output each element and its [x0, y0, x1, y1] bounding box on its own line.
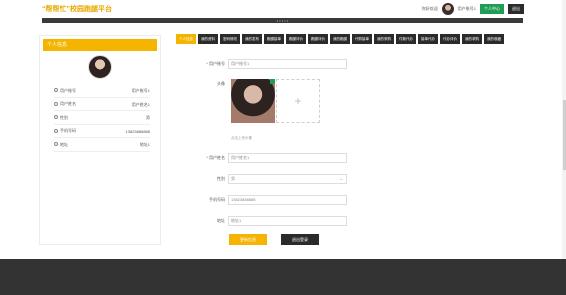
welcome-text: 你好欢迎 — [421, 6, 438, 11]
tab-agent-review[interactable]: 代办评价 — [440, 34, 460, 44]
footer — [0, 259, 566, 295]
account-row: * 用户账号 用户账号1 — [190, 59, 347, 69]
name-row: * 用户姓名 用户姓名1 — [190, 153, 347, 163]
tab-my-requests[interactable]: 我的求购 — [462, 34, 482, 44]
tab-agent-orders[interactable]: 接单代办 — [418, 34, 438, 44]
tab-my-errands[interactable]: 我的跑腿 — [330, 34, 350, 44]
personal-center-button[interactable]: 个人中心 — [480, 4, 504, 14]
phone-icon — [54, 128, 58, 133]
tab-password[interactable]: 密码修改 — [220, 34, 240, 44]
plus-icon: + — [294, 94, 302, 108]
uploaded-avatar-image[interactable] — [231, 79, 275, 123]
scrollbar-thumb[interactable] — [562, 100, 566, 170]
check-icon — [270, 79, 275, 84]
logout-account-button[interactable]: 退出登录 — [281, 234, 319, 245]
tab-payment-agent[interactable]: 付款代办 — [396, 34, 416, 44]
info-row-account: 用户账号 用户账号1 — [54, 84, 150, 98]
tab-personal-info[interactable]: 个人信息 — [176, 34, 196, 44]
gender-row: 性别 男 ⌄ — [190, 174, 347, 184]
banner-strip: • • • • • — [42, 18, 523, 23]
logout-button[interactable]: 退出 — [508, 4, 524, 14]
tab-errand-orders[interactable]: 跑腿接单 — [264, 34, 284, 44]
tab-my-purchases[interactable]: 我的采购 — [374, 34, 394, 44]
form-actions: 更新信息 退出登录 — [229, 234, 319, 245]
tab-my-posts[interactable]: 我的发布 — [242, 34, 262, 44]
add-image-button[interactable]: + — [276, 79, 320, 123]
tab-purchase-orders[interactable]: 代购接单 — [352, 34, 372, 44]
user-area: 你好欢迎 用户账号1 个人中心 退出 — [422, 3, 524, 15]
user-icon — [54, 88, 58, 93]
update-info-button[interactable]: 更新信息 — [229, 234, 267, 245]
phone-input[interactable]: 13823888888 — [228, 195, 347, 205]
tab-my-favorites[interactable]: 我的收藏 — [484, 34, 504, 44]
tab-errand-review-2[interactable]: 跑腿评价 — [308, 34, 328, 44]
user-icon — [54, 101, 58, 106]
scrollbar[interactable] — [562, 0, 566, 259]
avatar-label: 头像 — [217, 81, 225, 86]
home-icon — [54, 142, 58, 147]
profile-info-list: 用户账号 用户账号1 用户姓名 用户姓名1 性别男 手机号码 13823888888 … — [54, 84, 150, 152]
tab-errand-review[interactable]: 跑腿评价 — [286, 34, 306, 44]
gender-select[interactable]: 男 ⌄ — [228, 174, 347, 184]
top-bar: “帮帮忙”校园跑腿平台 你好欢迎 用户账号1 个人中心 退出 — [0, 0, 566, 18]
user-avatar[interactable] — [441, 3, 454, 15]
gender-icon — [54, 115, 58, 120]
profile-avatar — [88, 55, 112, 79]
info-row-address: 地址 地址1 — [54, 138, 150, 152]
info-row-gender: 性别男 — [54, 111, 150, 125]
name-input[interactable]: 用户姓名1 — [228, 153, 347, 163]
tab-bar: 个人信息 我的资料 密码修改 我的发布 跑腿接单 跑腿评价 跑腿评价 我的跑腿 … — [176, 34, 504, 44]
phone-row: 手机号码 13823888888 — [190, 195, 347, 205]
info-row-phone: 手机号码 13823888888 — [54, 125, 150, 138]
account-input[interactable]: 用户账号1 — [228, 59, 347, 69]
avatar-row: 头像 — [190, 81, 228, 87]
site-title: “帮帮忙”校园跑腿平台 — [42, 6, 112, 13]
dots-indicator: • • • • • — [276, 18, 289, 23]
info-row-name: 用户姓名 用户姓名1 — [54, 98, 150, 111]
profile-card: 个人信息 用户账号 用户账号1 用户姓名 用户姓名1 性别男 手机号码 1382388… — [39, 35, 161, 245]
chevron-down-icon: ⌄ — [339, 176, 343, 181]
avatar-upload: + — [231, 79, 320, 123]
address-input[interactable]: 地址1 — [228, 216, 347, 226]
profile-card-title: 个人信息 — [43, 39, 157, 51]
username: 用户账号1 — [457, 6, 476, 11]
tab-my-profile[interactable]: 我的资料 — [198, 34, 218, 44]
address-row: 地址 地址1 — [190, 216, 347, 226]
upload-hint: 点击上传头像 — [231, 136, 252, 140]
